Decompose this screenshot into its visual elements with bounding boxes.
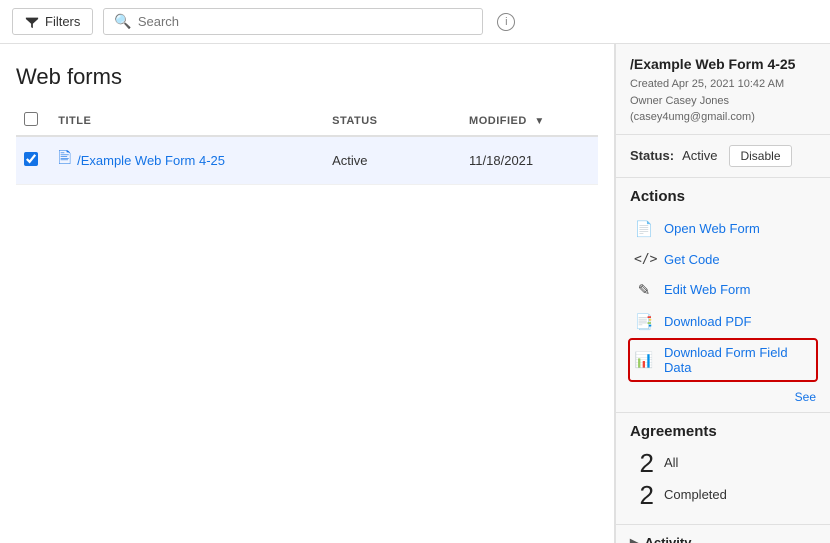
action-item-edit-web-form[interactable]: ✎ Edit Web Form [630,274,816,306]
table-header-row: TITLE STATUS MODIFIED ▼ [16,106,598,136]
search-wrapper: 🔍 [103,8,483,35]
main-content: Web forms TITLE STATUS MODIFIED ▼ [0,44,830,543]
col-header-check [16,106,50,136]
disable-button[interactable]: Disable [729,145,791,167]
action-item-download-form-field-data[interactable]: 📊 Download Form Field Data [628,338,818,382]
table-icon: 📊 [634,351,654,369]
pdf-icon: 📑 [634,313,654,331]
search-input[interactable] [138,14,473,29]
filter-button[interactable]: Filters [12,8,93,35]
activity-section[interactable]: ▶ Activity [616,524,830,543]
row-title-cell: 🖹 /Example Web Form 4-25 [50,136,324,185]
status-row: Status: Active Disable [616,135,830,178]
col-header-title[interactable]: TITLE [50,106,324,136]
agreements-list: 2 All 2 Completed [630,450,816,508]
left-panel: Web forms TITLE STATUS MODIFIED ▼ [0,44,615,543]
status-label: Status: [630,148,674,163]
right-panel-header: /Example Web Form 4-25 Created Apr 25, 2… [616,44,830,135]
page-title: Web forms [16,64,598,90]
agreement-label: All [664,455,678,470]
action-label-open-web-form: Open Web Form [664,221,760,236]
web-forms-table: TITLE STATUS MODIFIED ▼ 🖹 [16,106,598,185]
row-status-cell: Active [324,136,461,185]
actions-title: Actions [630,188,816,205]
action-label-download-form-field-data: Download Form Field Data [664,345,812,375]
row-checkbox-cell [16,136,50,185]
row-checkbox[interactable] [24,152,38,166]
chevron-right-icon: ▶ [630,536,638,543]
col-header-status[interactable]: STATUS [324,106,461,136]
info-icon[interactable]: i [497,13,515,31]
activity-row[interactable]: ▶ Activity [630,535,816,543]
action-label-download-pdf: Download PDF [664,314,751,329]
form-name-title: /Example Web Form 4-25 [630,56,816,72]
status-value: Active [682,148,717,163]
form-title-link[interactable]: /Example Web Form 4-25 [77,153,225,168]
toolbar: Filters 🔍 i [0,0,830,44]
activity-label: Activity [644,535,691,543]
filter-icon [25,15,39,29]
filter-label: Filters [45,14,80,29]
right-panel: /Example Web Form 4-25 Created Apr 25, 2… [615,44,830,543]
select-all-checkbox[interactable] [24,112,38,126]
action-label-get-code: Get Code [664,252,720,267]
table-body: 🖹 /Example Web Form 4-25 Active 11/18/20… [16,136,598,185]
col-header-modified[interactable]: MODIFIED ▼ [461,106,598,136]
agreement-count: 2 [630,482,654,508]
actions-list: 📄 Open Web Form </> Get Code ✎ Edit Web … [630,213,816,382]
search-icon: 🔍 [114,13,131,30]
see-more-link[interactable]: See [616,388,830,412]
action-item-open-web-form[interactable]: 📄 Open Web Form [630,213,816,245]
agreement-row: 2 Completed [630,482,816,508]
agreement-count: 2 [630,450,654,476]
file-icon: 📄 [634,220,654,238]
form-icon: 🖹 [58,147,71,174]
action-label-edit-web-form: Edit Web Form [664,282,750,297]
agreements-title: Agreements [630,423,816,440]
agreements-section: Agreements 2 All 2 Completed [616,412,830,524]
agreement-row: 2 All [630,450,816,476]
agreement-label: Completed [664,487,727,502]
form-created: Created Apr 25, 2021 10:42 AM [630,76,816,93]
actions-section: Actions 📄 Open Web Form </> Get Code ✎ E… [616,178,830,388]
code-icon: </> [634,252,654,267]
row-modified-cell: 11/18/2021 [461,136,598,185]
action-item-get-code[interactable]: </> Get Code [630,245,816,274]
table-row[interactable]: 🖹 /Example Web Form 4-25 Active 11/18/20… [16,136,598,185]
pencil-icon: ✎ [634,281,654,299]
sort-icon: ▼ [534,116,544,127]
form-owner: Owner Casey Jones (casey4umg@gmail.com) [630,93,816,126]
action-item-download-pdf[interactable]: 📑 Download PDF [630,306,816,338]
